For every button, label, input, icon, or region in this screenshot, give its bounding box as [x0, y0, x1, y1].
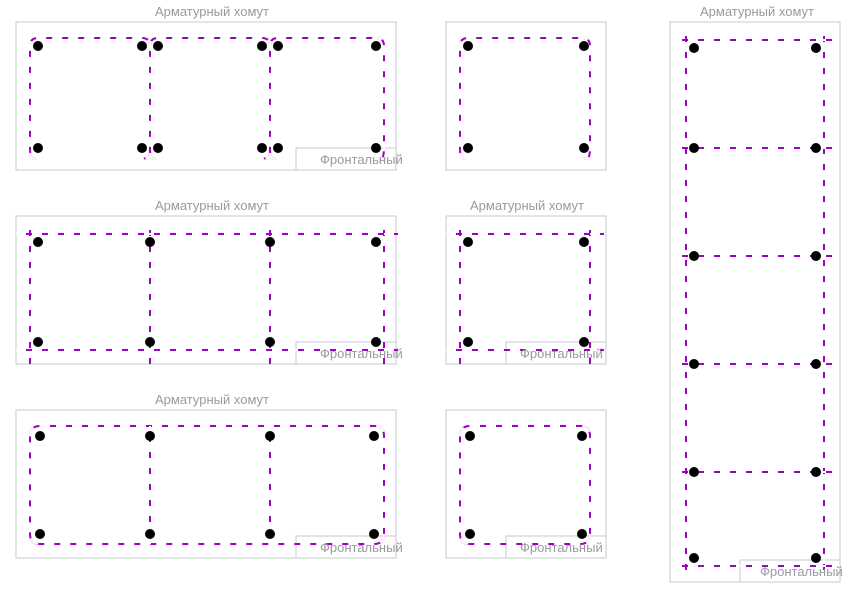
- label-armature-b2: Арматурный хомут: [470, 198, 584, 213]
- label-armature-c1: Арматурный хомут: [155, 392, 269, 407]
- label-frontal-d: Фронтальный: [760, 564, 843, 579]
- label-frontal-c2: Фронтальный: [520, 540, 603, 555]
- label-armature-b1: Арматурный хомут: [155, 198, 269, 213]
- label-frontal-b2: Фронтальный: [520, 346, 603, 361]
- label-frontal-b1: Фронтальный: [320, 346, 403, 361]
- label-frontal-c1: Фронтальный: [320, 540, 403, 555]
- label-armature-d: Арматурный хомут: [700, 4, 814, 19]
- label-armature-a1: Арматурный хомут: [155, 4, 269, 19]
- label-frontal-a1: Фронтальный: [320, 152, 403, 167]
